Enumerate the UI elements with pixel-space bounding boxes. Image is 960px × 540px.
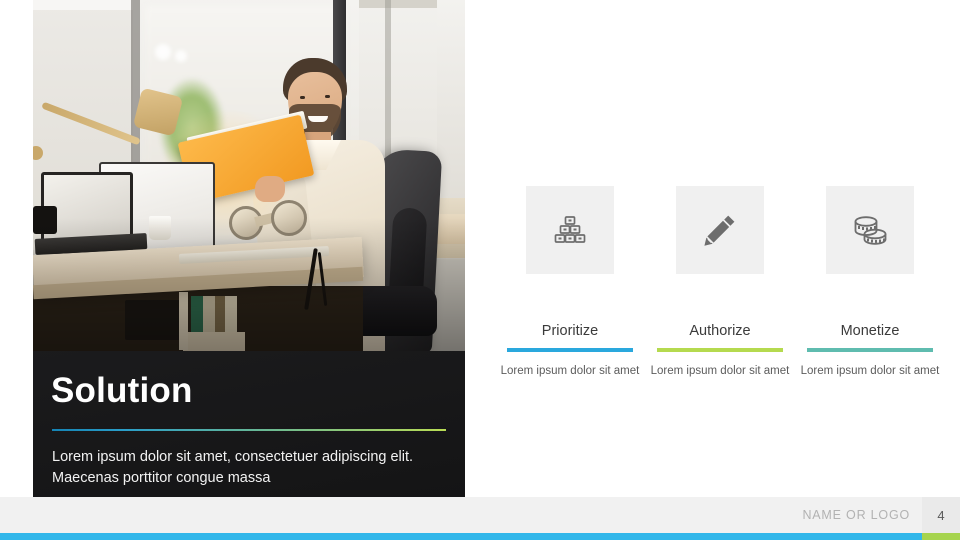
feature-rule (807, 348, 933, 352)
feature-text: Lorem ipsum dolor sit amet (500, 365, 640, 377)
stacked-blocks-icon (552, 215, 588, 245)
feature-column-authorize[interactable]: Authorize Lorem ipsum dolor sit amet (650, 186, 790, 379)
page-title: Solution (51, 371, 193, 410)
footer-bar-primary (0, 533, 922, 540)
feature-rule (657, 348, 783, 352)
icon-tile (676, 186, 764, 274)
feature-text: Lorem ipsum dolor sit amet (650, 365, 790, 377)
title-divider (52, 429, 446, 431)
feature-column-monetize[interactable]: Monetize Lorem ipsum dolor sit amet (800, 186, 940, 379)
feature-text: Lorem ipsum dolor sit amet (800, 365, 940, 377)
feature-columns: Prioritize Lorem ipsum dolor sit amet Au… (500, 186, 950, 416)
icon-tile (526, 186, 614, 274)
footer-logo-text: NAME OR LOGO (802, 508, 910, 522)
left-content-panel: Solution Lorem ipsum dolor sit amet, con… (33, 0, 465, 540)
page-number: 4 (937, 507, 945, 523)
coins-icon (851, 214, 889, 246)
page-subtitle: Lorem ipsum dolor sit amet, consectetuer… (52, 449, 414, 487)
footer-bar-accent (922, 533, 960, 540)
feature-column-prioritize[interactable]: Prioritize Lorem ipsum dolor sit amet (500, 186, 640, 379)
feature-label: Authorize (689, 323, 751, 339)
feature-label: Prioritize (541, 323, 599, 339)
feature-rule (507, 348, 633, 352)
photo-bottom-shade (33, 0, 465, 351)
icon-tile (826, 186, 914, 274)
feature-label: Monetize (840, 323, 900, 339)
pencil-icon (703, 213, 737, 247)
page-number-box: 4 (922, 497, 960, 533)
hero-photo (33, 0, 465, 351)
